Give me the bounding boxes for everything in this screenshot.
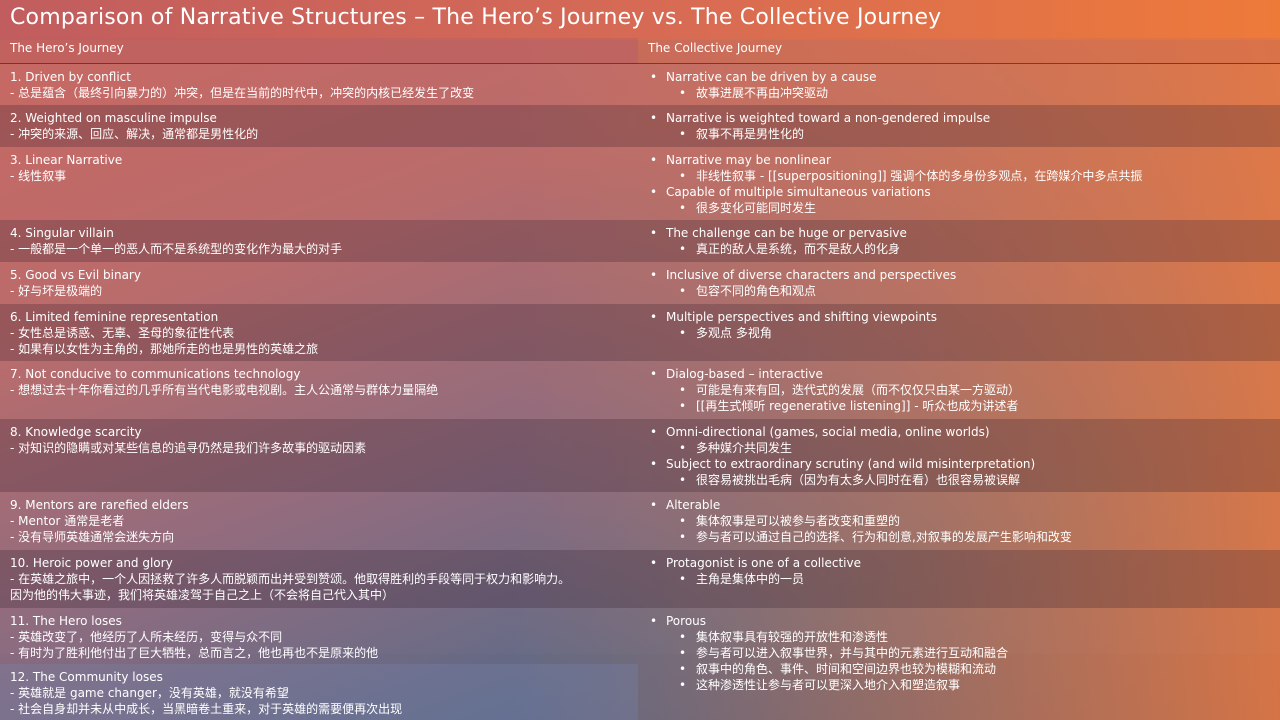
collective-bullet: Multiple perspectives and shifting viewp… xyxy=(648,309,1278,325)
hero-point-note: - 总是蕴含（最终引向暴力的）冲突，但是在当前的时代中，冲突的内核已经发生了改变 xyxy=(10,86,475,100)
collective-sub-bullet: 多种媒介共同发生 xyxy=(648,440,1278,456)
collective-sub-bullet: 多观点 多视角 xyxy=(648,325,1278,341)
hero-point-title: 2. Weighted on masculine impulse xyxy=(10,111,217,125)
hero-point-note: - 英雄改变了，他经历了人所未经历，变得与众不同 xyxy=(10,630,283,644)
hero-point-title: 3. Linear Narrative xyxy=(10,153,123,167)
collective-sub-bullet: 参与者可以通过自己的选择、行为和创意,对叙事的发展产生影响和改变 xyxy=(648,529,1278,545)
hero-cell: 7. Not conducive to communications techn… xyxy=(10,366,635,398)
hero-point-note: - 好与坏是极端的 xyxy=(10,284,103,298)
hero-point-title: 5. Good vs Evil binary xyxy=(10,268,141,282)
hero-point-note: - 社会自身却并未从中成长，当黑暗卷土重来，对于英雄的需要便再次出现 xyxy=(10,702,403,716)
hero-point-note: - 对知识的隐瞒或对某些信息的追寻仍然是我们许多故事的驱动因素 xyxy=(10,441,367,455)
table-row: 8. Knowledge scarcity - 对知识的隐瞒或对某些信息的追寻仍然… xyxy=(0,419,1280,492)
hero-point-title: 4. Singular villain xyxy=(10,226,114,240)
hero-cell: 2. Weighted on masculine impulse - 冲突的来源、… xyxy=(10,110,635,142)
collective-bullet: Protagonist is one of a collective xyxy=(648,555,1278,571)
table-row: 9. Mentors are rarefied elders - Mentor 通… xyxy=(0,492,1280,550)
collective-sub-bullet: 集体叙事具有较强的开放性和渗透性 xyxy=(648,629,1278,645)
table-row: 4. Singular villain - 一般都是一个单一的恶人而不是系统型的变… xyxy=(0,220,1280,262)
hero-cell: 11. The Hero loses - 英雄改变了，他经历了人所未经历，变得与众… xyxy=(10,613,635,661)
collective-cell: Narrative may be nonlinear非线性叙事 - [[supe… xyxy=(648,152,1278,216)
collective-sub-bullet: 包容不同的角色和观点 xyxy=(648,283,1278,299)
collective-cell: Multiple perspectives and shifting viewp… xyxy=(648,309,1278,341)
hero-point-note: - 一般都是一个单一的恶人而不是系统型的变化作为最大的对手 xyxy=(10,242,343,256)
collective-bullet: Inclusive of diverse characters and pers… xyxy=(648,267,1278,283)
collective-cell: Narrative is weighted toward a non-gende… xyxy=(648,110,1278,142)
hero-cell: 8. Knowledge scarcity - 对知识的隐瞒或对某些信息的追寻仍然… xyxy=(10,424,635,456)
table-row-12: 12. The Community loses - 英雄就是 game chan… xyxy=(0,664,638,720)
table-row: 11. The Hero loses - 英雄改变了，他经历了人所未经历，变得与众… xyxy=(0,608,1280,693)
collective-cell: The challenge can be huge or pervasive真正… xyxy=(648,225,1278,257)
column-header-hero: The Hero’s Journey xyxy=(0,38,638,64)
column-header-collective: The Collective Journey xyxy=(638,38,1280,64)
table-row: 10. Heroic power and glory - 在英雄之旅中，一个人因拯… xyxy=(0,550,1280,608)
collective-sub-bullet: [[再生式倾听 regenerative listening]] - 听众也成为… xyxy=(648,398,1278,414)
collective-sub-bullet: 可能是有来有回，迭代式的发展（而不仅仅只由某一方驱动） xyxy=(648,382,1278,398)
hero-point-note: - 没有导师英雄通常会迷失方向 xyxy=(10,530,175,544)
collective-bullet: The challenge can be huge or pervasive xyxy=(648,225,1278,241)
collective-sub-bullet: 叙事中的角色、事件、时间和空间边界也较为模糊和流动 xyxy=(648,661,1278,677)
hero-point-note: - 线性叙事 xyxy=(10,169,67,183)
collective-bullet: Subject to extraordinary scrutiny (and w… xyxy=(648,456,1278,472)
hero-point-title: 11. The Hero loses xyxy=(10,614,122,628)
table-row: 7. Not conducive to communications techn… xyxy=(0,361,1280,419)
collective-sub-bullet: 很多变化可能同时发生 xyxy=(648,200,1278,216)
collective-sub-bullet: 很容易被挑出毛病（因为有太多人同时在看）也很容易被误解 xyxy=(648,472,1278,488)
hero-cell: 4. Singular villain - 一般都是一个单一的恶人而不是系统型的变… xyxy=(10,225,635,257)
hero-point-note: - 在英雄之旅中，一个人因拯救了许多人而脱颖而出并受到赞颂。他取得胜利的手段等同… xyxy=(10,572,571,586)
collective-sub-bullet: 参与者可以进入叙事世界，并与其中的元素进行互动和融合 xyxy=(648,645,1278,661)
collective-cell: Dialog-based – interactive可能是有来有回，迭代式的发展… xyxy=(648,366,1278,414)
collective-sub-bullet: 故事进展不再由冲突驱动 xyxy=(648,85,1278,101)
hero-point-title: 9. Mentors are rarefied elders xyxy=(10,498,189,512)
hero-cell: 5. Good vs Evil binary - 好与坏是极端的 xyxy=(10,267,635,299)
hero-point-note: - 女性总是诱惑、无辜、圣母的象征性代表 xyxy=(10,326,235,340)
hero-point-note: - 冲突的来源、回应、解决，通常都是男性化的 xyxy=(10,127,259,141)
collective-sub-bullet: 真正的敌人是系统，而不是敌人的化身 xyxy=(648,241,1278,257)
hero-cell-12: 12. The Community loses - 英雄就是 game chan… xyxy=(10,669,635,717)
collective-sub-bullet: 非线性叙事 - [[superpositioning]] 强调个体的多身份多观点… xyxy=(648,168,1278,184)
hero-cell: 1. Driven by conflict - 总是蕴含（最终引向暴力的）冲突，但… xyxy=(10,69,635,101)
table-row: 6. Limited feminine representation - 女性总是… xyxy=(0,304,1280,361)
hero-cell: 6. Limited feminine representation - 女性总是… xyxy=(10,309,635,357)
hero-point-title: 8. Knowledge scarcity xyxy=(10,425,142,439)
table-row: 5. Good vs Evil binary - 好与坏是极端的 Inclusive… xyxy=(0,262,1280,304)
collective-bullet: Narrative can be driven by a cause xyxy=(648,69,1278,85)
collective-bullet: Capable of multiple simultaneous variati… xyxy=(648,184,1278,200)
collective-sub-bullet: 这种渗透性让参与者可以更深入地介入和塑造叙事 xyxy=(648,677,1278,693)
collective-sub-bullet: 集体叙事是可以被参与者改变和重塑的 xyxy=(648,513,1278,529)
hero-point-note: - 英雄就是 game changer，没有英雄，就没有希望 xyxy=(10,686,289,700)
hero-point-note: - Mentor 通常是老者 xyxy=(10,514,125,528)
collective-bullet: Omni-directional (games, social media, o… xyxy=(648,424,1278,440)
collective-bullet: Narrative is weighted toward a non-gende… xyxy=(648,110,1278,126)
collective-sub-bullet: 主角是集体中的一员 xyxy=(648,571,1278,587)
table-row: 3. Linear Narrative - 线性叙事 Narrative may b… xyxy=(0,147,1280,220)
hero-point-note: 因为他的伟大事迹，我们将英雄凌驾于自己之上（不会将自己代入其中） xyxy=(10,588,395,602)
hero-point-note: - 如果有以女性为主角的，那她所走的也是男性的英雄之旅 xyxy=(10,342,319,356)
hero-point-title: 12. The Community loses xyxy=(10,670,163,684)
page-title: Comparison of Narrative Structures – The… xyxy=(10,5,942,30)
hero-point-title: 1. Driven by conflict xyxy=(10,70,131,84)
collective-cell: Omni-directional (games, social media, o… xyxy=(648,424,1278,488)
collective-bullet: Porous xyxy=(648,613,1278,629)
collective-bullet: Dialog-based – interactive xyxy=(648,366,1278,382)
hero-point-title: 10. Heroic power and glory xyxy=(10,556,173,570)
collective-cell: Alterable集体叙事是可以被参与者改变和重塑的参与者可以通过自己的选择、行… xyxy=(648,497,1278,545)
hero-point-note: - 有时为了胜利他付出了巨大牺牲，总而言之，他也再也不是原来的他 xyxy=(10,646,379,660)
collective-cell: Narrative can be driven by a cause故事进展不再… xyxy=(648,69,1278,101)
collective-cell: Porous集体叙事具有较强的开放性和渗透性参与者可以进入叙事世界，并与其中的元… xyxy=(648,613,1278,693)
hero-point-note: - 想想过去十年你看过的几乎所有当代电影或电视剧。主人公通常与群体力量隔绝 xyxy=(10,383,439,397)
hero-cell: 9. Mentors are rarefied elders - Mentor 通… xyxy=(10,497,635,545)
hero-cell: 3. Linear Narrative - 线性叙事 xyxy=(10,152,635,184)
hero-point-title: 7. Not conducive to communications techn… xyxy=(10,367,301,381)
comparison-table: 1. Driven by conflict - 总是蕴含（最终引向暴力的）冲突，但… xyxy=(0,64,1280,693)
collective-cell: Protagonist is one of a collective主角是集体中… xyxy=(648,555,1278,587)
table-row: 2. Weighted on masculine impulse - 冲突的来源、… xyxy=(0,105,1280,147)
collective-bullet: Narrative may be nonlinear xyxy=(648,152,1278,168)
hero-cell: 10. Heroic power and glory - 在英雄之旅中，一个人因拯… xyxy=(10,555,635,603)
collective-cell: Inclusive of diverse characters and pers… xyxy=(648,267,1278,299)
table-row: 1. Driven by conflict - 总是蕴含（最终引向暴力的）冲突，但… xyxy=(0,64,1280,105)
collective-sub-bullet: 叙事不再是男性化的 xyxy=(648,126,1278,142)
collective-bullet: Alterable xyxy=(648,497,1278,513)
hero-point-title: 6. Limited feminine representation xyxy=(10,310,219,324)
